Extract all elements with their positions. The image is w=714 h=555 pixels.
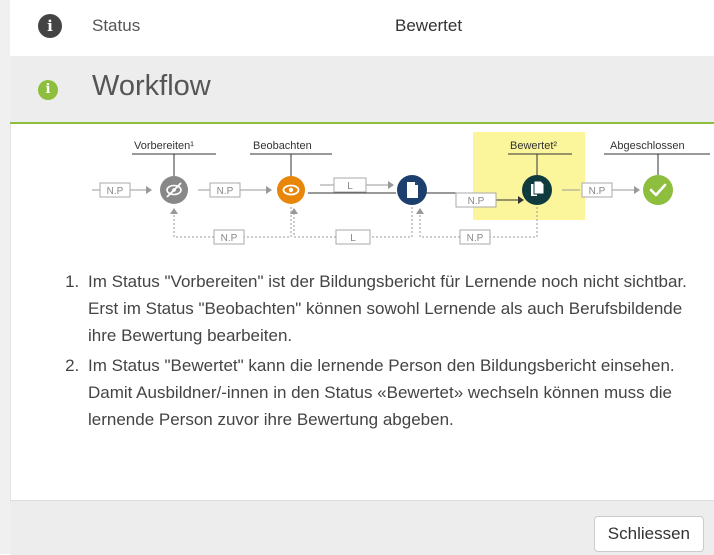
workflow-notes: Im Status "Vorbereiten" ist der Bildungs… [60, 268, 700, 436]
workflow-diagram: N.P N.P L N.P N.P N.P L N.P Vorbereiten¹… [90, 132, 714, 258]
state-label-bewertet: Bewertet² [510, 140, 558, 152]
state-document [397, 175, 427, 205]
state-vorbereiten [160, 176, 188, 204]
info-icon [38, 80, 58, 100]
arrow-label-np: N.P [589, 186, 606, 197]
arrow-label-l: L [350, 233, 356, 244]
arrow-label-np: N.P [467, 233, 484, 244]
arrow-label-np: N.P [468, 196, 485, 207]
state-label-vorbereiten: Vorbereiten¹ [134, 140, 194, 152]
info-icon [38, 14, 62, 38]
notes-list: Im Status "Vorbereiten" ist der Bildungs… [60, 268, 700, 433]
return-arrow-heads [170, 208, 424, 214]
document-icon [407, 182, 418, 198]
dialog-footer: Schliessen [10, 500, 714, 555]
note-item: Im Status "Bewertet" kann die lernende P… [84, 352, 700, 433]
status-row: Status Bewertet [10, 0, 714, 56]
arrow-label-np: N.P [107, 186, 124, 197]
arrow-label-np: N.P [221, 233, 238, 244]
state-bewertet [522, 175, 552, 205]
state-label-abgeschlossen: Abgeschlossen [610, 140, 685, 152]
note-item: Im Status "Vorbereiten" ist der Bildungs… [84, 268, 700, 349]
workflow-title: Workflow [92, 70, 211, 102]
state-label-beobachten: Beobachten [253, 140, 312, 152]
workflow-header: Workflow [10, 56, 714, 124]
close-button[interactable]: Schliessen [593, 516, 704, 552]
state-beobachten [277, 176, 305, 204]
status-value: Bewertet [395, 16, 463, 35]
arrow-label-np: N.P [217, 186, 234, 197]
arrow-label-l: L [347, 181, 353, 192]
state-abgeschlossen [643, 175, 673, 205]
status-label: Status [92, 16, 141, 35]
